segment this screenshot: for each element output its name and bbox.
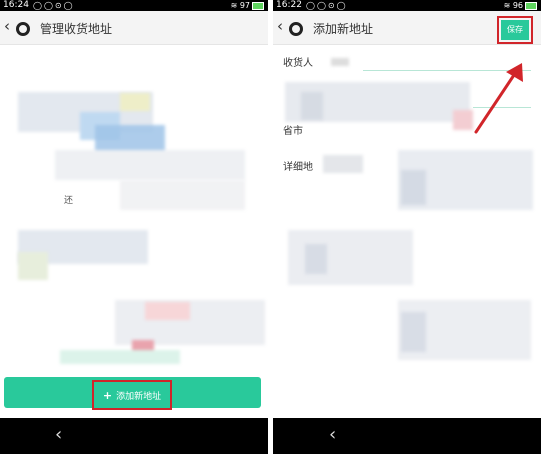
wifi-icon: ≋ [230,1,238,10]
blurred-content [145,302,190,320]
battery-level: 96 [512,1,523,10]
region-label: 省市 [283,126,303,137]
manage-address-screen: 16:24 ◯◯⊙◯ ≋ 97 ‹ 管理收货地址 还 + 添加新地址 ‹ [0,0,268,454]
receiver-label: 收货人 [283,58,313,69]
blurred-content [120,93,150,111]
back-chevron-icon[interactable]: ‹ [277,17,283,35]
nav-back-icon[interactable]: ‹ [55,424,62,445]
notification-icons: ◯◯⊙◯ [306,1,348,10]
wifi-icon: ≋ [503,1,511,10]
page-title: 添加新地址 [313,22,374,36]
back-chevron-icon[interactable]: ‹ [4,17,10,35]
receiver-input[interactable] [331,58,349,66]
blurred-content [18,252,48,280]
status-bar: 16:24 ◯◯⊙◯ ≋ 97 [0,0,268,11]
navigation-bar: ‹ [273,418,541,454]
save-highlight: 保存 [497,16,533,44]
blurred-content [401,312,426,352]
add-address-label: 添加新地址 [116,392,162,402]
blurred-content [401,170,426,205]
status-bar: 16:22 ◯◯⊙◯ ≋ 96 [273,0,541,11]
blurred-content [115,300,265,345]
battery-icon [525,1,537,10]
blurred-content [301,92,323,120]
blurred-content [305,244,327,274]
plus-icon: + [102,389,113,402]
blurred-content [60,350,180,364]
add-address-highlight: + 添加新地址 [92,380,172,410]
app-bar: ‹ 管理收货地址 [0,11,268,45]
battery-level: 97 [239,1,250,10]
system-icons: ≋ 96 [504,0,537,11]
navigation-bar: ‹ [0,418,268,454]
detail-address-label: 详细地 [283,162,313,173]
status-time: 16:24 [3,0,29,10]
blurred-content [120,180,245,210]
battery-icon [252,1,264,10]
nav-back-icon[interactable]: ‹ [329,424,336,445]
system-icons: ≋ 97 [231,0,264,11]
status-time: 16:22 [276,0,302,10]
app-logo-icon [16,22,30,36]
notification-icons: ◯◯⊙◯ [33,1,75,10]
save-button[interactable]: 保存 [501,20,529,40]
partial-text: 还 [64,196,74,206]
page-title: 管理收货地址 [40,22,113,36]
app-logo-icon [289,22,303,36]
detail-address-input[interactable] [323,155,363,173]
red-arrow-annotation [474,63,523,134]
blurred-content [55,150,245,180]
